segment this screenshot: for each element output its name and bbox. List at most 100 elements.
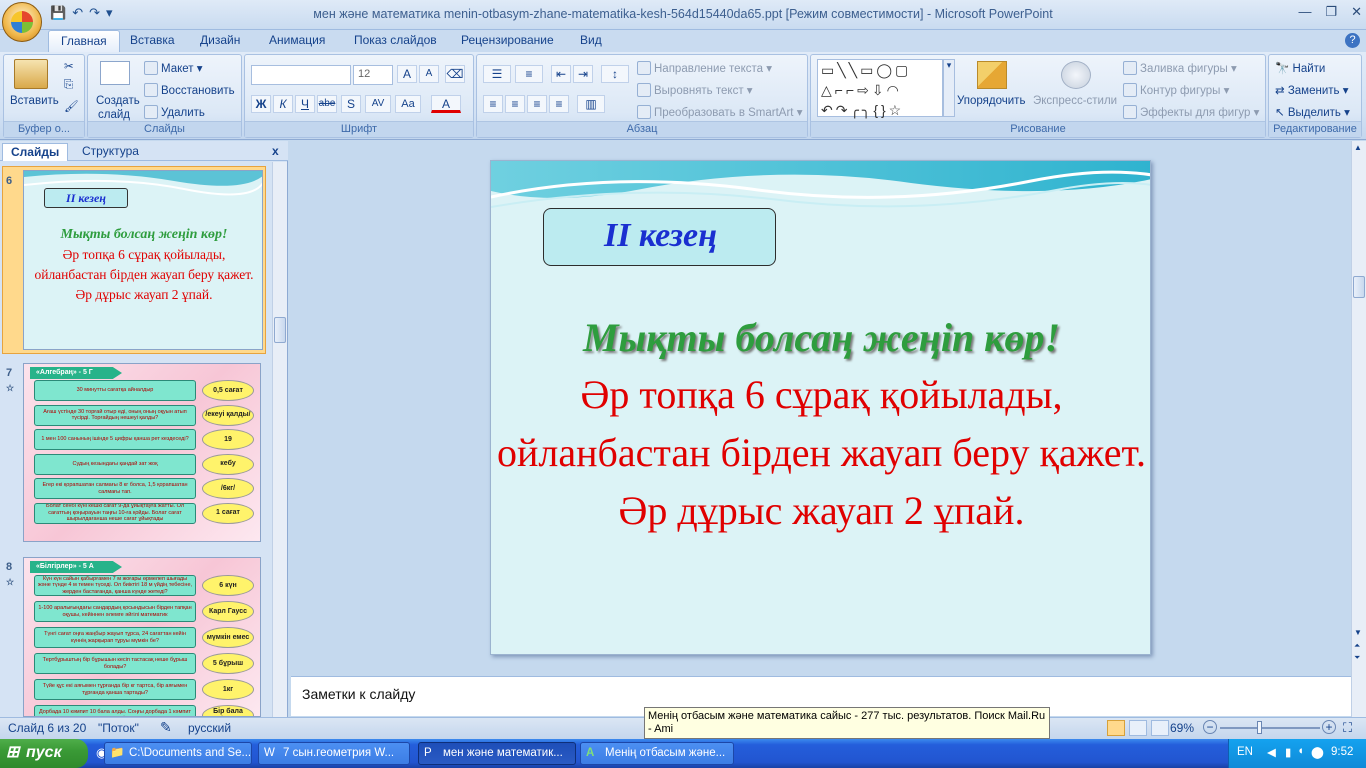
close-icon[interactable]: ✕ [1351,4,1362,20]
minimize-icon[interactable]: — [1298,4,1311,20]
network-icon[interactable]: ▮ [1285,745,1291,759]
shape-effects-button[interactable]: Эффекты для фигур ▾ [1123,105,1259,119]
font-name-input[interactable] [251,65,351,85]
layout-button[interactable]: Макет ▾ [144,61,203,75]
increase-indent-button[interactable]: ⇥ [573,65,593,83]
decrease-indent-button[interactable]: ⇤ [551,65,571,83]
scroll-down-icon[interactable]: ▼ [1354,628,1362,637]
slide-thumbnail-7[interactable]: «Алгебраң» - 5 Г 30 минутты сағатқа айнал… [23,363,261,542]
panel-scroll-thumb[interactable] [274,317,286,343]
grow-font-button[interactable]: A [397,65,417,83]
font-color-button[interactable]: A [431,95,461,113]
select-button[interactable]: ↖ Выделить ▾ [1275,105,1350,119]
taskbar-item-powerpoint[interactable]: Pмен және математик... [418,742,576,765]
normal-view-icon[interactable] [1107,720,1125,736]
start-button[interactable]: ⊞ пуск [0,739,88,768]
align-center-button[interactable]: ≡ [505,95,525,113]
spacing-button[interactable]: AV [365,95,391,113]
zoom-slider-thumb[interactable] [1257,721,1262,734]
smartart-button[interactable]: Преобразовать в SmartArt ▾ [637,105,802,119]
notes-scrollbar[interactable] [1351,676,1366,717]
shapes-gallery-more[interactable]: ▾ [943,59,955,117]
clear-format-button[interactable]: ⌫ [445,65,465,83]
tray-back-icon[interactable]: ◀ [1267,745,1276,759]
paste-icon[interactable] [14,59,48,89]
quick-styles-button[interactable]: Экспресс-стили [1033,95,1117,107]
taskbar-item-explorer[interactable]: 📁 C:\Documents and Se... [104,742,252,765]
slide-thumbnail-8[interactable]: «Білгірлер» - 5 А Күн күн сайын қабырғаме… [23,557,261,717]
find-button[interactable]: 🔭 Найти [1275,61,1325,75]
tab-review[interactable]: Рецензирование [449,30,566,52]
delete-button[interactable]: Удалить [144,105,205,119]
replace-button[interactable]: ⇄ Заменить ▾ [1275,83,1349,97]
next-slide-icon[interactable]: ⏷ [1354,653,1360,663]
cut-icon[interactable]: ✂ [64,59,74,73]
restore-icon[interactable]: ❐ [1325,4,1337,20]
panel-close-icon[interactable]: x [272,144,279,158]
change-case-button[interactable]: Аа [395,95,421,113]
thumb-slogan: Мықты болсаң жеңіп көр! [60,227,228,242]
language-bar[interactable]: EN [1237,746,1253,758]
new-slide-icon[interactable] [100,61,130,85]
italic-button[interactable]: К [273,95,293,113]
font-group: 12 A A ⌫ Ж К Ч abe S AV Аа A Шрифт [244,54,474,138]
paste-button[interactable]: Вставить [10,95,59,107]
tab-insert[interactable]: Вставка [118,30,187,52]
tab-home[interactable]: Главная [48,30,120,52]
canvas-scroll-thumb[interactable] [1353,276,1365,298]
justify-button[interactable]: ≡ [549,95,569,113]
slideshow-view-icon[interactable] [1151,720,1169,736]
align-right-button[interactable]: ≡ [527,95,547,113]
copy-icon[interactable]: ⎘ [64,79,73,92]
strike-button[interactable]: abe [317,95,337,113]
format-painter-icon[interactable]: 🖌 [64,99,79,113]
taskbar-item-word[interactable]: W 7 сын.геометрия W... [258,742,410,765]
zoom-level[interactable]: 69% [1170,721,1194,735]
arrange-icon[interactable] [977,61,1007,89]
tab-view[interactable]: Вид [568,30,614,52]
help-icon[interactable]: ? [1345,33,1360,48]
panel-scrollbar[interactable] [272,162,287,717]
language-indicator[interactable]: русский [188,721,231,735]
shadow-button[interactable]: S [341,95,361,113]
canvas-scrollbar[interactable]: ▲ ▼ ⏶ ⏷ [1351,141,1366,676]
align-left-button[interactable]: ≡ [483,95,503,113]
prev-slide-icon[interactable]: ⏶ [1354,641,1360,651]
underline-button[interactable]: Ч [295,95,315,113]
align-text-button[interactable]: Выровнять текст ▾ [637,83,753,97]
new-slide-button[interactable]: Создать [96,95,140,107]
scroll-up-icon[interactable]: ▲ [1354,143,1362,152]
current-slide[interactable]: II кезең Мықты болсаң жеңіп көр! Әр топқ… [490,160,1151,655]
zoom-out-icon[interactable]: − [1203,720,1217,734]
shape-outline-button[interactable]: Контур фигуры ▾ [1123,83,1229,97]
taskbar-item-browser[interactable]: A Менің отбасым және... [580,742,734,765]
shapes-gallery[interactable]: ▭╲╲▭◯▢ △⌐⌐⇨⇩◠ ↶↷╭╮{}☆ [817,59,943,118]
office-button[interactable] [2,2,42,42]
text-direction-button[interactable]: Направление текста ▾ [637,61,772,75]
bold-button[interactable]: Ж [251,95,271,113]
shape-fill-button[interactable]: Заливка фигуры ▾ [1123,61,1237,75]
quick-styles-icon[interactable] [1061,61,1091,89]
sorter-view-icon[interactable] [1129,720,1147,736]
fit-slide-icon[interactable]: ⛶ [1343,720,1352,736]
font-size-input[interactable]: 12 [353,65,393,85]
line-spacing-button[interactable]: ↕ [601,65,629,83]
tab-outline[interactable]: Структура [74,143,147,161]
tab-slideshow[interactable]: Показ слайдов [342,30,449,52]
tab-animation[interactable]: Анимация [257,30,337,52]
columns-button[interactable]: ▥ [577,95,605,113]
numbering-button[interactable]: ≡ [515,65,543,83]
spellcheck-icon[interactable]: ✎ [160,719,172,736]
tab-slides[interactable]: Слайды [2,143,69,161]
zoom-slider[interactable] [1220,727,1320,729]
shrink-font-button[interactable]: A [419,65,439,83]
slide-thumbnail-6[interactable]: II кезең Мықты болсаң жеңіп көр! Әр топқ… [23,170,263,350]
reset-button[interactable]: Восстановить [144,83,235,97]
volume-icon[interactable]: ◖ [1297,745,1304,757]
tab-design[interactable]: Дизайн [188,30,252,52]
arrange-button[interactable]: Упорядочить [957,95,1025,107]
tray-app-icon[interactable]: ⬤ [1311,745,1324,759]
bullets-button[interactable]: ☰ [483,65,511,83]
zoom-in-icon[interactable]: + [1322,720,1336,734]
new-slide-button-line2[interactable]: слайд [98,109,130,121]
